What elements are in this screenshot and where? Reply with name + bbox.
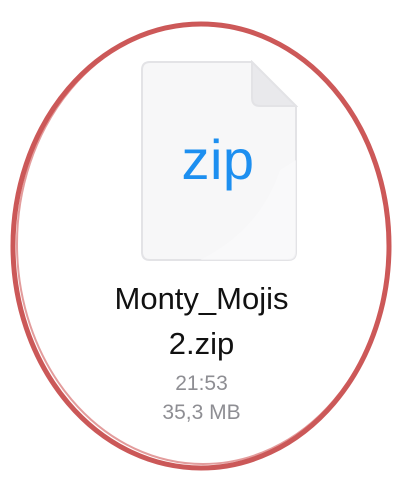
- file-attachment[interactable]: zip Monty_Mojis 2.zip 21:53 35,3 MB: [0, 0, 403, 478]
- file-size: 35,3 MB: [162, 401, 241, 424]
- file-name-line1: Monty_Mojis: [114, 281, 289, 316]
- screenshot-stage: zip Monty_Mojis 2.zip 21:53 35,3 MB: [0, 0, 403, 478]
- file-extension-label: zip: [181, 128, 255, 191]
- file-time: 21:53: [175, 372, 228, 395]
- file-name-line2: 2.zip: [168, 326, 235, 361]
